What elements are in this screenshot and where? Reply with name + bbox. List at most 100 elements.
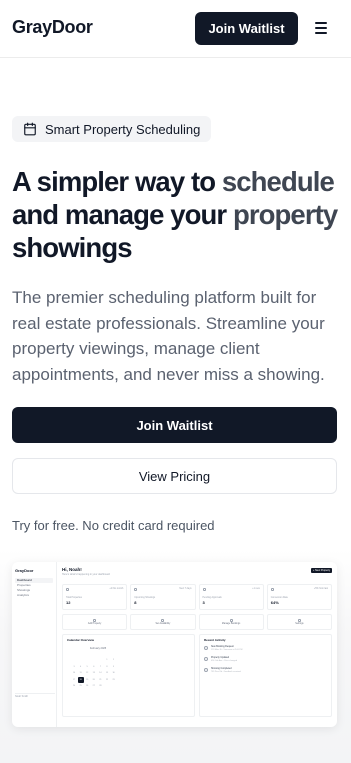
activity-icon [204, 646, 208, 650]
badge-label: Smart Property Scheduling [45, 121, 201, 137]
stat-icon [66, 588, 69, 591]
calendar-day: 19 [86, 678, 89, 681]
calendar-day: 21 [99, 678, 102, 681]
action-icon [93, 618, 97, 622]
dashboard-preview-section: GrayDoor Dashboard Properties Showings A… [0, 548, 351, 763]
activity-icon [204, 657, 208, 661]
calendar-day: 11 [79, 672, 82, 675]
activity-item: Property Updated 456 Oak Ave - Price chan… [204, 657, 327, 663]
calendar-day: 7 [99, 665, 101, 668]
calendar-day: 6 [93, 665, 95, 668]
calendar-day: 9 [113, 665, 115, 668]
calendar-day: 22 [105, 678, 109, 681]
calendar-day: 28 [99, 685, 102, 688]
stat-tag: +5% from last [313, 588, 328, 590]
calendar-day: 8 [106, 665, 108, 668]
preview-stats: +2 this month Total Properties 12 Next 7… [62, 584, 332, 610]
stat-label: Total Properties [66, 597, 82, 599]
stat-value: 12 [66, 600, 71, 605]
action-icon [161, 618, 165, 622]
preview-action: Set Availability [130, 614, 196, 630]
calendar-day: 10 [72, 672, 76, 675]
top-navbar: GrayDoor Join Waitlist [0, 0, 351, 58]
stat-icon [270, 588, 274, 591]
hamburger-menu-icon[interactable] [313, 20, 329, 36]
calendar-icon [24, 122, 36, 136]
menu-line [315, 22, 327, 24]
view-pricing-button[interactable]: View Pricing [12, 458, 337, 494]
preview-quick-actions: Add Property Set Availability Manage Boo… [62, 614, 332, 630]
calendar-day [71, 657, 77, 663]
preview-subtitle: Here's what's happening in your dashboar… [62, 573, 110, 576]
menu-line [315, 32, 327, 34]
free-trial-note: Try for free. No credit card required [12, 518, 215, 533]
dashboard-preview: GrayDoor Dashboard Properties Showings A… [12, 562, 337, 727]
calendar-grid: 1 2 3 4 5 6 7 8 9 10 11 12 13 14 15 16 17 18 19 20 21 22 23 24 2… [71, 657, 117, 689]
calendar-day [97, 657, 103, 663]
hero-headline: A simpler way to schedule and manage you… [12, 165, 342, 264]
calendar-day: 17 [72, 678, 76, 681]
preview-user: Noah Smith [15, 693, 55, 699]
preview-stat-card: Next 7 days Upcoming Showings 8 [130, 584, 196, 610]
preview-stat-card: +5% from last Conversion Rate 64% [266, 584, 332, 610]
calendar-day: 2 [113, 659, 115, 661]
calendar-day: 24 [72, 685, 76, 688]
calendar-month: February 2025 [89, 647, 107, 650]
headline-text: and manage your [12, 199, 233, 230]
preview-activity: Recent Activity New Booking Request 123 M… [199, 634, 332, 717]
activity-item: Showing Completed 789 Pine Rd - Feedback … [204, 668, 327, 674]
action-icon [297, 618, 301, 622]
preview-main: Hi, Noah! Here's what's happening in you… [62, 567, 332, 722]
calendar-day: 13 [92, 672, 95, 675]
menu-line [315, 27, 327, 29]
calendar-day: 23 [112, 678, 115, 681]
preview-greeting: Hi, Noah! [62, 567, 82, 572]
stat-tag: +1 new [252, 588, 260, 590]
action-label: Set Availability [155, 623, 171, 626]
activity-icon [204, 668, 208, 672]
stat-tag: +2 this month [109, 588, 124, 590]
action-label: Manage Bookings [221, 623, 241, 626]
calendar-day: 15 [105, 672, 109, 675]
calendar-day: 12 [86, 672, 89, 675]
join-waitlist-button[interactable]: Join Waitlist [195, 12, 298, 45]
calendar-day: 5 [86, 665, 88, 668]
preview-nav-item: Analytics [17, 593, 30, 597]
calendar-day: 20 [92, 678, 95, 681]
stat-value: 64% [270, 600, 279, 605]
preview-stat-card: +1 new Pending Approvals 3 [198, 584, 264, 610]
action-label: Add Property [87, 623, 102, 626]
calendar-day: 25 [79, 685, 82, 688]
stat-value: 3 [202, 600, 205, 605]
calendar-day [78, 657, 84, 663]
calendar-day: 14 [99, 672, 102, 675]
headline-highlight: schedule [221, 166, 335, 197]
calendar-day: 27 [92, 685, 95, 688]
calendar-day [111, 683, 117, 689]
calendar-day: 18 [77, 676, 84, 683]
brand-logo[interactable]: GrayDoor [12, 17, 93, 38]
calendar-day: 4 [80, 665, 82, 668]
preview-action: Settings [266, 614, 332, 630]
headline-highlight: property [232, 199, 338, 230]
stat-label: Upcoming Showings [134, 597, 156, 599]
calendar-day: 16 [112, 672, 115, 675]
calendar-day [104, 683, 110, 689]
calendar-day [91, 657, 97, 663]
activity-item-detail: 789 Pine Rd - Feedback received [211, 671, 241, 673]
stat-value: 8 [134, 600, 137, 605]
action-icon [229, 618, 233, 622]
headline-text: showings [12, 232, 133, 263]
stat-label: Conversion Rate [270, 597, 288, 599]
preview-action: Add Property [62, 614, 128, 630]
stat-tag: Next 7 days [179, 588, 192, 590]
hero-description: The premier scheduling platform built fo… [12, 288, 325, 384]
stat-label: Pending Approvals [202, 597, 222, 599]
calendar-day: 26 [86, 685, 89, 688]
join-waitlist-cta-button[interactable]: Join Waitlist [12, 407, 337, 443]
feature-badge: Smart Property Scheduling [12, 116, 212, 142]
action-label: Settings [295, 623, 304, 626]
calendar-day [84, 657, 90, 663]
activity-item-detail: 456 Oak Ave - Price changed [211, 660, 237, 662]
activity-item: New Booking Request 123 Main St - Tomorro… [204, 646, 327, 652]
